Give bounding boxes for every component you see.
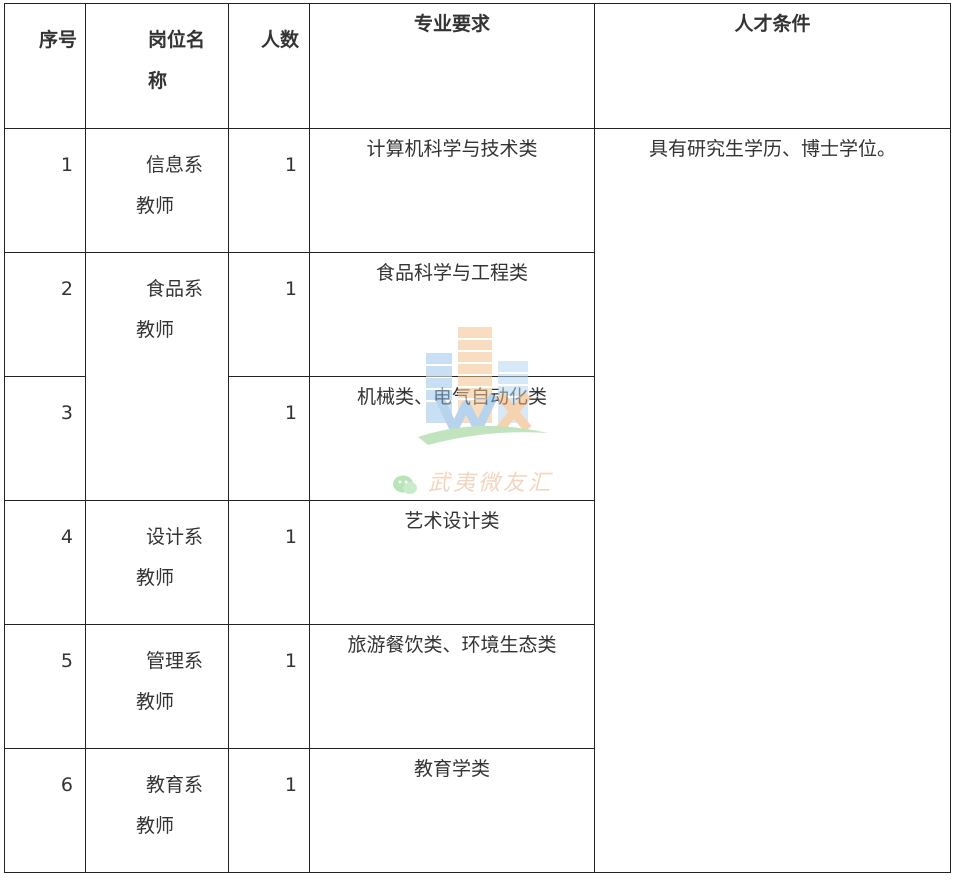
cell-seq: 1 [4, 128, 86, 253]
cell-count: 1 [228, 376, 310, 501]
header-row: 序号 岗位名称 人数 专业要求 人才条件 [4, 3, 951, 129]
cell-post: 信息系教师 [85, 128, 229, 253]
cell-major: 计算机科学与技术类 [309, 128, 595, 253]
table-row: 1 信息系教师 1 计算机科学与技术类 具有研究生学历、博士学位。 [4, 128, 951, 873]
cell-post: 食品系教师 [85, 252, 229, 501]
recruitment-table: 序号 岗位名称 人数 专业要求 人才条件 1 信息系教师 1 计算机科学与技术类… [4, 3, 951, 873]
cell-major: 食品科学与工程类 [309, 252, 595, 377]
cell-seq: 5 [4, 624, 86, 749]
cell-post: 教育系教师 [85, 748, 229, 873]
cell-seq: 4 [4, 500, 86, 625]
header-post: 岗位名称 [85, 3, 229, 129]
header-condition: 人才条件 [594, 3, 951, 129]
cell-count: 1 [228, 252, 310, 377]
header-seq: 序号 [4, 3, 86, 129]
cell-major: 艺术设计类 [309, 500, 595, 625]
cell-seq: 6 [4, 748, 86, 873]
header-major: 专业要求 [309, 3, 595, 129]
cell-major: 教育学类 [309, 748, 595, 873]
cell-count: 1 [228, 500, 310, 625]
cell-major: 机械类、电气自动化类 [309, 376, 595, 501]
cell-count: 1 [228, 748, 310, 873]
cell-count: 1 [228, 128, 310, 253]
cell-post: 设计系教师 [85, 500, 229, 625]
cell-seq: 3 [4, 376, 86, 501]
cell-major: 旅游餐饮类、环境生态类 [309, 624, 595, 749]
cell-seq: 2 [4, 252, 86, 377]
cell-post: 管理系教师 [85, 624, 229, 749]
cell-condition: 具有研究生学历、博士学位。 [594, 128, 951, 873]
header-count: 人数 [228, 3, 310, 129]
cell-count: 1 [228, 624, 310, 749]
